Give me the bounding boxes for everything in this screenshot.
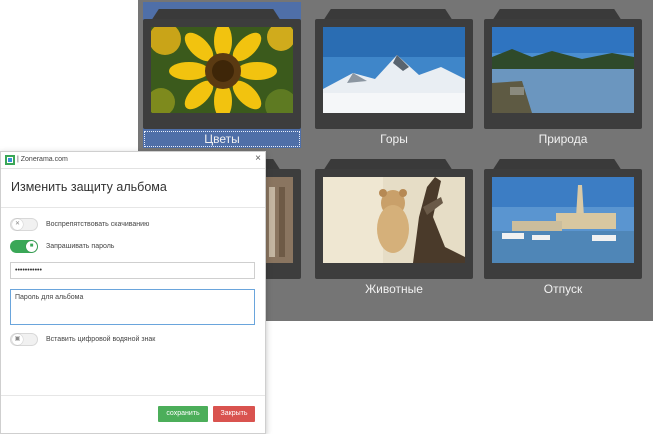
album-thumbnail-harbor [492,177,634,263]
album-thumbnail-lion-cub [323,177,465,263]
prevent-download-toggle[interactable]: ✕ [10,218,38,231]
app-title: | Zonerama.com [17,156,68,163]
album-folder [315,19,473,129]
close-icon[interactable]: × [255,153,261,165]
zonerama-logo-icon [5,155,15,165]
dialog-heading: Изменить защиту альбома [11,180,167,194]
album-label: Животные [365,282,423,296]
divider [1,207,265,208]
album-label: Цветы [143,130,301,148]
download-block-icon: ✕ [12,219,23,230]
album-folder [484,19,642,129]
album-thumbnail-lake [492,27,634,113]
album-label: Горы [380,132,408,146]
dialog-titlebar: | Zonerama.com × [1,152,265,169]
album-vacation[interactable]: Отпуск [484,152,642,298]
album-folder [484,169,642,279]
divider [1,395,265,396]
require-password-label: Запрашивать пароль [46,243,115,250]
album-nature[interactable]: Природа [484,2,642,148]
prevent-download-label: Воспрепятствовать скачиванию [46,221,150,228]
album-folder [315,169,473,279]
password-field[interactable] [10,262,255,279]
lock-icon: ■ [26,241,37,252]
save-button[interactable]: сохранить [158,406,208,422]
album-thumbnail-mountains [323,27,465,113]
watermark-label: Вставить цифровой водяной знак [46,336,156,343]
album-thumbnail-sunflower [151,27,293,113]
require-password-toggle[interactable]: ■ [10,240,38,253]
album-label: Природа [538,132,588,146]
close-button[interactable]: Закрыть [213,406,255,422]
album-folder [143,19,301,129]
album-flowers[interactable]: Цветы [143,2,301,148]
watermark-icon: ▣ [12,334,23,345]
album-animals[interactable]: Животные [315,152,473,298]
album-mountains[interactable]: Горы [315,2,473,148]
album-label: Отпуск [543,282,583,296]
password-hint-field[interactable]: Пароль для альбома [10,289,255,325]
watermark-toggle[interactable]: ▣ [10,333,38,346]
